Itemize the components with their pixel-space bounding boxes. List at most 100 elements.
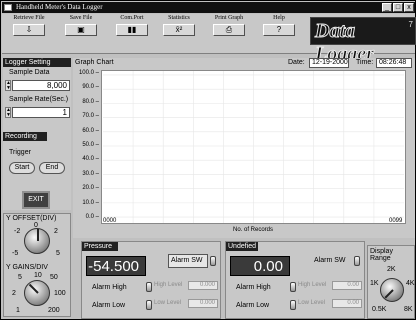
pressure-value-display: -54.500 (86, 256, 146, 276)
floppy-disk-icon: ▣ (65, 24, 97, 36)
sample-rate-spinner[interactable]: ▲ ▼ (5, 107, 11, 118)
undefied-alarm-low-toggle[interactable] (290, 300, 296, 310)
window-title: Handheld Meter's Data Logger (16, 3, 103, 11)
help-icon: ? (263, 24, 295, 36)
maximize-button[interactable]: □ (393, 3, 403, 12)
sample-data-input[interactable]: 8,000 (12, 80, 70, 91)
undefied-heading: Undefied (226, 242, 258, 251)
display-range-tick: 0.5K (372, 306, 387, 313)
y-tick-label: 80.0 – (82, 98, 99, 105)
undefied-alarm-low-label: Alarm Low (236, 302, 270, 309)
pressure-low-level-input[interactable]: 0.000 (188, 299, 218, 308)
undefied-high-level-input[interactable]: 0.00 (332, 281, 362, 290)
y-gains-tick: 100 (54, 290, 66, 297)
toolbar: Retrieve File ⇩ Save File ▣ Com.Port ▮▮ … (2, 14, 416, 66)
pressure-panel: Pressure -54.500 Alarm SW Alarm High Hig… (81, 241, 221, 319)
pressure-alarm-sw-label: Alarm SW (168, 254, 208, 268)
pressure-alarm-high-toggle[interactable] (146, 282, 152, 292)
display-range-tick: 8K (404, 306, 413, 313)
end-button[interactable]: End (39, 162, 65, 174)
y-offset-knob[interactable] (24, 228, 50, 254)
title-bar: Handheld Meter's Data Logger _ □ x (2, 2, 415, 13)
print-graph-label: Print Graph (214, 15, 244, 21)
y-offset-tick: 2 (54, 228, 58, 235)
pressure-low-level-label: Low Level (154, 300, 182, 306)
undefied-alarm-high-label: Alarm High (236, 284, 271, 291)
trigger-label: Trigger (9, 149, 31, 156)
display-range-label: Display Range (370, 248, 393, 262)
y-offset-tick: 0 (34, 222, 38, 229)
help-button[interactable]: Help ? (256, 15, 302, 37)
y-tick-label: 90.0 – (82, 84, 99, 91)
help-label: Help (273, 15, 285, 21)
undefied-panel: Undefied 0.00 Alarm SW Alarm High High L… (225, 241, 365, 319)
display-range-panel: Display Range 2K 1K 4K 0.5K 8K (367, 245, 415, 319)
date-label: Date: (288, 59, 305, 66)
exit-button[interactable]: EXIT (22, 191, 50, 209)
com-port-button[interactable]: Com.Port ▮▮ (109, 15, 155, 37)
time-field: 08:26:48 (376, 58, 412, 68)
pressure-heading: Pressure (82, 242, 118, 251)
y-gains-tick: 200 (48, 307, 60, 314)
sample-data-spinner[interactable]: ▲ ▼ (5, 80, 11, 91)
x-axis-label: No. of Records (233, 227, 274, 233)
plug-icon: ▮▮ (116, 24, 148, 36)
x-tick-start: 0000 (103, 218, 117, 224)
data-logger-logo: Data Logger 7 (310, 17, 416, 66)
printer-icon: ⎙ (213, 24, 245, 36)
y-gains-tick: 5 (18, 274, 22, 281)
display-range-tick: 2K (387, 266, 396, 273)
statistics-button[interactable]: Statistics x̄² (156, 15, 202, 37)
y-tick-label: 70.0 – (82, 113, 99, 120)
pressure-high-level-input[interactable]: 0.000 (188, 281, 218, 290)
y-offset-label: Y OFFSET(DIV) (6, 215, 57, 222)
statistics-icon: x̄² (163, 24, 195, 36)
app-window: Handheld Meter's Data Logger _ □ x Retri… (0, 0, 416, 320)
undefied-low-level-input[interactable]: 0.00 (332, 299, 362, 308)
time-label: Time: (356, 59, 374, 66)
undefied-high-level-label: High Level (298, 282, 327, 288)
print-graph-button[interactable]: Print Graph ⎙ (206, 15, 252, 37)
pressure-alarm-high-label: Alarm High (92, 284, 127, 291)
y-tick-label: 60.0 – (82, 127, 99, 134)
logo-superscript: 7 (408, 20, 413, 29)
statistics-label: Statistics (168, 15, 190, 21)
sample-data-label: Sample Data (9, 69, 50, 76)
y-gains-tick: 10 (34, 272, 42, 279)
save-file-button[interactable]: Save File ▣ (58, 15, 104, 37)
graph-chart-tab[interactable]: Graph Chart (75, 59, 114, 66)
y-gains-tick: 2 (12, 290, 16, 297)
pressure-alarm-low-toggle[interactable] (146, 300, 152, 310)
close-button[interactable]: x (404, 3, 414, 12)
com-port-label: Com.Port (120, 15, 144, 21)
y-gains-tick: 50 (50, 274, 58, 281)
undefied-alarm-high-toggle[interactable] (290, 282, 296, 292)
recording-heading: Recording (3, 132, 47, 141)
y-gains-tick: 1 (16, 307, 20, 314)
logger-setting-heading: Logger Setting (3, 58, 71, 67)
undefied-alarm-sw-toggle[interactable] (354, 256, 360, 266)
logger-settings-panel: Logger Setting Sample Data ▲ ▼ 8,000 Samp… (3, 58, 71, 210)
folder-open-icon: ⇩ (13, 24, 45, 36)
pressure-alarm-low-label: Alarm Low (92, 302, 126, 309)
y-tick-label: 20.0 – (82, 185, 99, 192)
retrieve-file-button[interactable]: Retrieve File ⇩ (6, 15, 52, 37)
y-offset-tick: 5 (56, 250, 60, 257)
undefied-low-level-label: Low Level (298, 300, 326, 306)
y-tick-label: 40.0 – (82, 156, 99, 163)
start-button[interactable]: Start (9, 162, 35, 174)
save-file-label: Save File (69, 15, 93, 21)
sample-rate-label: Sample Rate(Sec.) (9, 96, 69, 103)
undefied-alarm-sw-label: Alarm SW (314, 257, 346, 264)
y-tick-label: 10.0 – (82, 199, 99, 206)
y-offset-tick: -5 (12, 250, 19, 257)
x-tick-end: 0099 (389, 218, 403, 224)
display-range-knob[interactable] (380, 278, 404, 302)
y-tick-label: 100.0 – (78, 70, 99, 76)
app-icon (4, 4, 12, 11)
display-range-tick: 1K (370, 280, 379, 287)
sample-rate-input[interactable]: 1 (12, 107, 70, 118)
minimize-button[interactable]: _ (382, 3, 392, 12)
pressure-alarm-sw-toggle[interactable] (210, 256, 216, 266)
y-gains-knob[interactable] (24, 280, 50, 306)
